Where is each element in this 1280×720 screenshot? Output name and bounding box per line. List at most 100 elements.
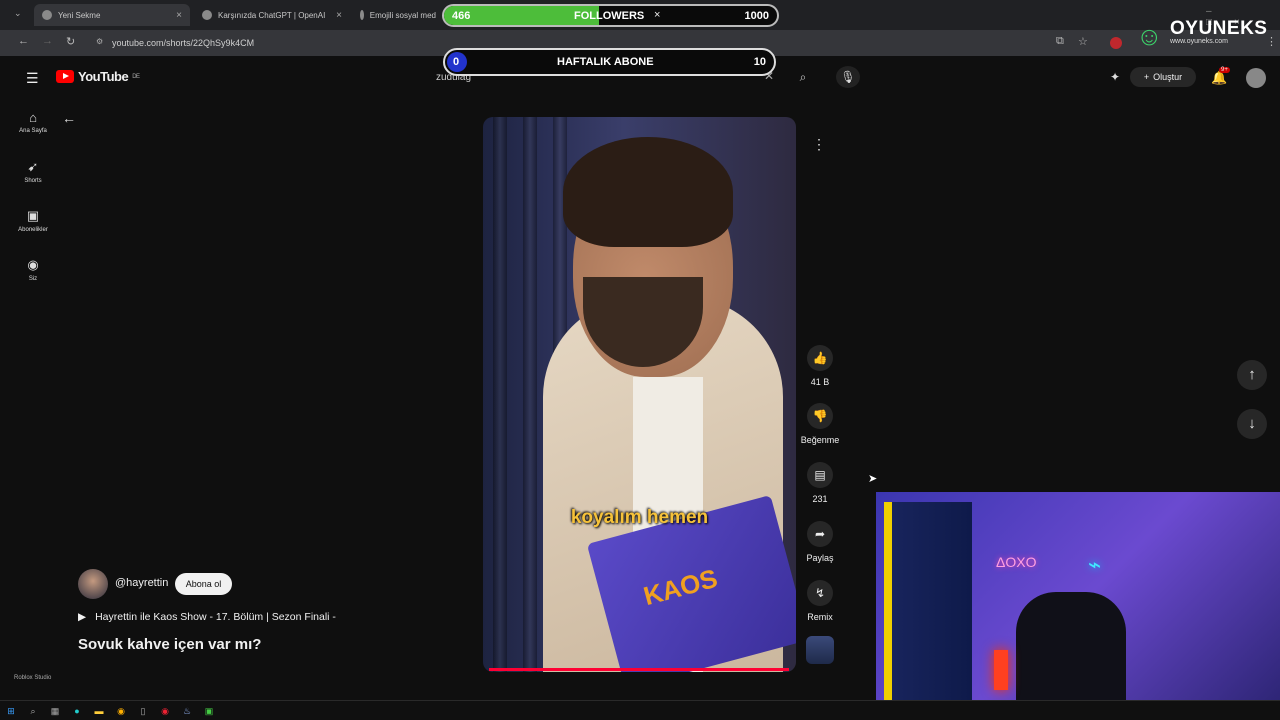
video-progress-bar[interactable] [489,668,789,671]
channel-thumbnail[interactable] [806,636,834,664]
team-flag [884,502,972,702]
windows-start-icon[interactable]: ⊞ [6,706,16,716]
brand-logo: ☺ OYUNEKS www.oyuneks.com [1136,18,1267,54]
notification-badge: 9+ [1219,67,1230,73]
tab-new-tab[interactable]: Yeni Sekme × [34,4,190,26]
subscribe-button[interactable]: Abona ol [175,573,232,595]
thumbs-up-icon: 👍 [807,345,833,371]
mouse-cursor-icon: ➤ [868,473,878,485]
plus-icon: + [1143,72,1150,82]
hamburger-menu-icon[interactable]: ☰ [26,70,39,87]
weekly-label: HAFTALIK ABONE [557,56,654,68]
tab-close-icon[interactable]: × [336,10,342,21]
tab-emoji[interactable]: Emojili sosyal med [352,4,444,26]
forward-arrow-icon[interactable]: → [42,35,53,47]
steam-icon[interactable]: ♨ [182,706,192,716]
create-label: Oluştur [1153,72,1183,82]
sidebar-item-subscriptions[interactable]: ▣ Abonelikler [10,208,56,233]
tab-label: Karşınızda ChatGPT | OpenAI [218,10,326,20]
browser-menu-icon[interactable]: ⋮ [1266,35,1277,48]
tab-label: Yeni Sekme [58,10,101,20]
voice-search-button[interactable]: 🎙 [836,66,860,88]
desktop-app-label: Roblox Studio [14,675,52,681]
comments-button[interactable]: ▤ 231 [802,462,838,504]
like-count: 41 B [810,377,830,387]
sidebar-item-you[interactable]: ◉ Siz [10,257,56,282]
red-lamp [994,650,1008,690]
youtube-play-icon [56,70,74,83]
like-button[interactable]: 👍 41 B [802,345,838,387]
sidebar-item-shorts[interactable]: ➹ Shorts [10,159,56,184]
sidebar-item-label: Siz [28,276,38,282]
bookmark-star-icon[interactable]: ☆ [1078,35,1088,48]
more-options-icon[interactable]: ⋮ [806,131,832,157]
url-text: youtube.com/shorts/22QhSy9k4CM [112,38,255,48]
arrow-up-icon: ↑ [1248,366,1256,383]
tab-chatgpt[interactable]: Karşınızda ChatGPT | OpenAI × [194,4,350,26]
thumbs-down-icon: 👎 [807,403,833,429]
tab-list-chevron-icon[interactable]: ⌄ [14,8,22,19]
share-icon: ➦ [807,521,833,547]
country-code: DE [132,73,140,80]
followers-label: FOLLOWERS [574,10,645,22]
webcam-feed: ΔOXO ⌁ [876,492,1280,720]
tab-close-icon[interactable]: × [176,10,182,21]
cast-icon[interactable]: ✦ [1110,70,1120,84]
create-button[interactable]: + Oluştur [1130,67,1196,87]
remix-icon: ↯ [807,580,833,606]
brand-name: OYUNEKS [1170,18,1268,39]
followers-goal: 1000 [744,10,769,22]
remix-label: Remix [807,612,833,622]
chrome-icon[interactable]: ◉ [160,706,170,716]
you-icon: ◉ [27,257,39,272]
shorts-video-player[interactable]: KAOS koyalım hemen [483,117,796,672]
home-icon: ⌂ [29,110,37,125]
share-label: Paylaş [806,553,834,563]
neon-sign-text: ΔOXO [996,554,1037,570]
globe-icon [360,10,364,20]
comment-icon: ▤ [807,462,833,488]
search-button[interactable]: ⌕ [790,66,816,88]
remix-button[interactable]: ↯ Remix [802,580,838,622]
document-icon[interactable]: ▯ [138,706,148,716]
youtube-logo[interactable]: YouTube DE [56,69,140,84]
weekly-left-value: 0 [453,56,460,68]
sidebar-item-label: Abonelikler [18,227,48,233]
video-caption: koyalım hemen [570,507,709,528]
chrome-icon[interactable]: ◉ [116,706,126,716]
logo-text: YouTube [78,69,129,84]
search-icon[interactable]: ⌕ [28,706,38,716]
next-short-button[interactable]: ↓ [1237,409,1267,439]
sidebar-item-label: Ana Sayfa [19,128,47,134]
sidebar-item-home[interactable]: ⌂ Ana Sayfa [10,110,56,134]
share-button[interactable]: ➦ Paylaş [802,521,838,563]
followers-current: 466 [452,10,471,22]
weekly-right-value: 10 [753,56,766,68]
edge-icon[interactable]: ● [72,706,82,716]
reload-icon[interactable]: ↻ [66,35,75,48]
back-arrow-icon[interactable]: ← [62,110,76,126]
shorts-icon: ➹ [27,159,39,174]
curtain [523,117,537,672]
arrow-down-icon: ↓ [1248,415,1256,432]
install-app-icon[interactable]: ⧉ [1056,35,1064,48]
dislike-button[interactable]: 👎 Beğenme [798,403,842,445]
weekly-subscribers-bar: 0 HAFTALIK ABONE 10 [443,48,776,76]
site-info-icon[interactable]: ⚙ [96,37,103,46]
file-explorer-icon[interactable]: ▬ [94,706,104,716]
account-avatar[interactable] [1246,68,1266,88]
task-view-icon[interactable]: ▦ [50,706,60,716]
person-hair [563,137,733,247]
tab-label: Emojili sosyal med [369,10,436,20]
previous-short-button[interactable]: ↑ [1237,360,1267,390]
mic-icon: 🎙 [840,70,856,84]
search-icon: ⌕ [799,70,807,84]
playlist-link[interactable]: ▶ Hayrettin ile Kaos Show - 17. Bölüm | … [78,611,336,623]
extension-icon[interactable] [1110,37,1122,49]
channel-name[interactable]: @hayrettin [115,577,168,589]
obs-icon[interactable]: ▣ [204,706,214,716]
back-arrow-icon[interactable]: ← [18,35,29,47]
channel-avatar[interactable] [78,569,108,599]
dislike-label: Beğenme [800,435,840,445]
openai-icon [202,10,212,20]
